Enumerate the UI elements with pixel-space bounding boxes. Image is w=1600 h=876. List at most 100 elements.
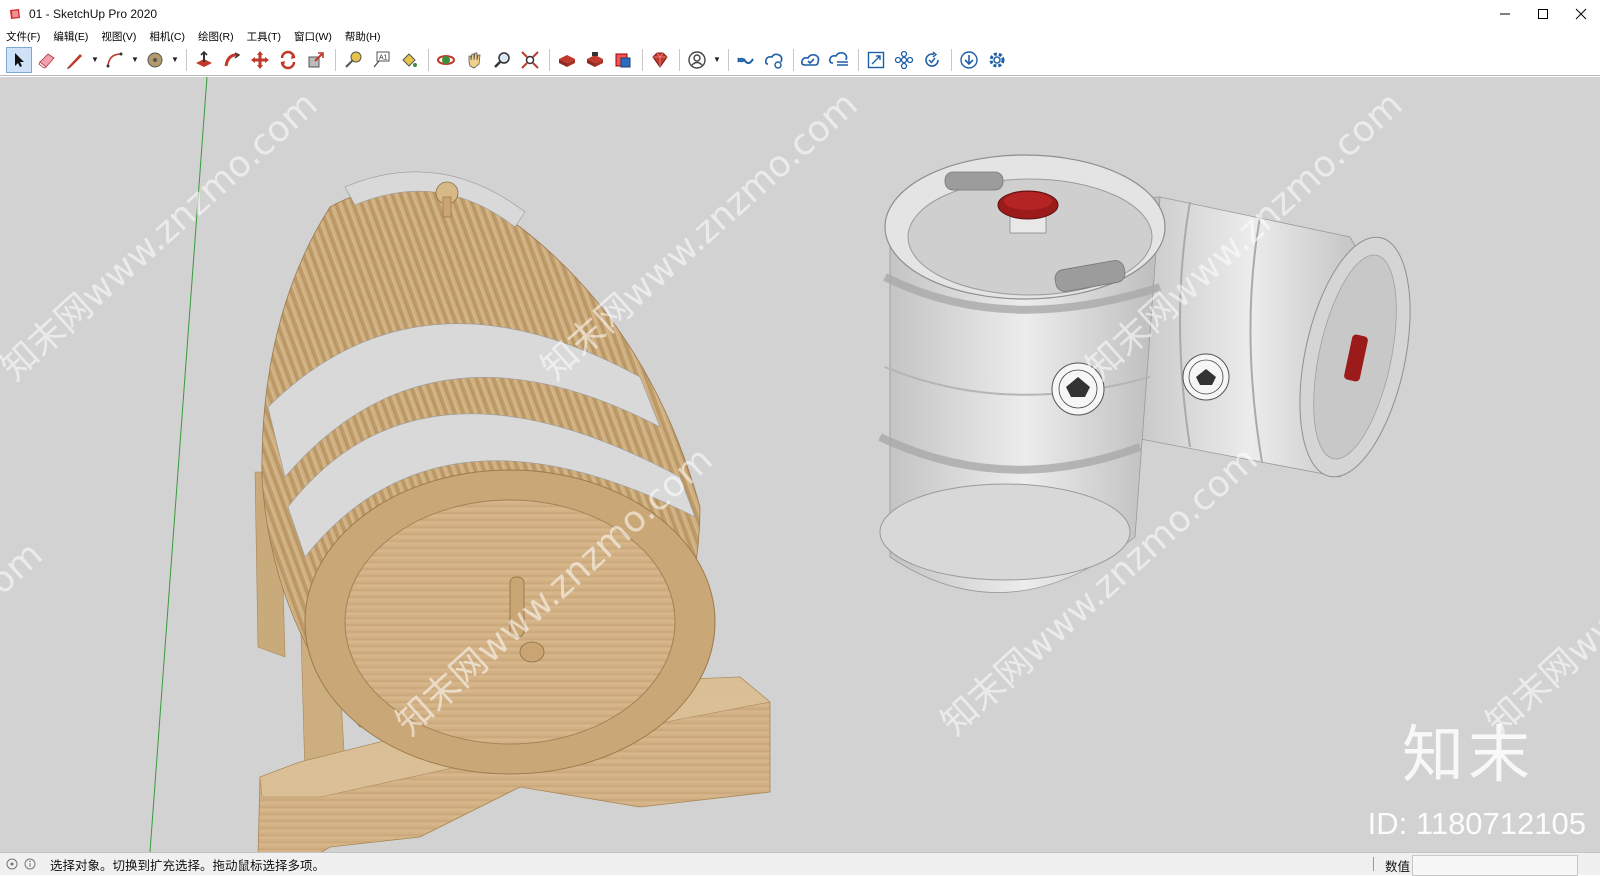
ruby-icon: [652, 52, 668, 68]
menu-help[interactable]: 帮助(H): [339, 29, 388, 44]
arc-tool-dropdown[interactable]: ▼: [130, 47, 140, 73]
layout-button[interactable]: [610, 47, 636, 73]
eraser-tool-button[interactable]: [34, 47, 60, 73]
toolbar-separator: [951, 48, 952, 71]
status-bar: 选择对象。切换到扩充选择。拖动鼠标选择多项。 数值: [0, 852, 1600, 876]
text-icon: A1: [373, 51, 390, 67]
trimble-connect-button[interactable]: [733, 47, 759, 73]
circle-shape-icon: [147, 52, 163, 67]
watermark-text: 知末网www.znzmo.com: [1479, 439, 1600, 744]
minimize-icon: [1500, 13, 1510, 15]
cloud-list-button[interactable]: [826, 47, 852, 73]
status-divider: [1373, 857, 1374, 871]
toolbar-separator: [335, 48, 336, 71]
measurements-input[interactable]: [1412, 855, 1578, 876]
line-tool-dropdown[interactable]: ▼: [90, 47, 100, 73]
trimble-connect-icon: [737, 57, 754, 64]
cloud-sync-icon: [801, 53, 820, 66]
wood-barrel-model[interactable]: [254, 171, 771, 852]
menu-draw[interactable]: 绘图(R): [192, 29, 241, 44]
orbit-icon: [437, 54, 455, 65]
orbit-tool-button[interactable]: [433, 47, 459, 73]
download-icon: [960, 50, 978, 69]
select-icon: [15, 52, 24, 67]
scale-icon: [308, 51, 324, 67]
keg-standing-bottom: [879, 483, 1131, 581]
text-tool-button[interactable]: A1: [368, 47, 394, 73]
toolbar-separator: [728, 48, 729, 71]
status-hint: 选择对象。切换到扩充选择。拖动鼠标选择多项。: [50, 858, 326, 873]
close-icon: [1575, 8, 1587, 20]
push-pull-icon: [196, 50, 212, 67]
menu-view[interactable]: 视图(V): [95, 29, 143, 44]
arc-tool-button[interactable]: [102, 47, 128, 73]
layout-icon: [615, 53, 631, 67]
account-dropdown[interactable]: ▼: [712, 47, 722, 73]
zoom-icon: [494, 51, 510, 68]
line-tool-button[interactable]: [62, 47, 88, 73]
scale-tool-button[interactable]: [303, 47, 329, 73]
menu-edit[interactable]: 编辑(E): [47, 29, 95, 44]
push-pull-tool-button[interactable]: [191, 47, 217, 73]
shape-tool-button[interactable]: [142, 47, 168, 73]
measurements-label: 数值: [1384, 860, 1410, 874]
sketchup-logo-icon: [10, 9, 20, 19]
settings-icon: [989, 52, 1005, 67]
paint-tool-button[interactable]: [396, 47, 422, 73]
select-tool-button[interactable]: [6, 46, 32, 73]
watermark-logo: 知末: [1401, 718, 1534, 791]
menu-file[interactable]: 文件(F): [0, 29, 47, 44]
eraser-icon: [38, 52, 55, 68]
resize-button[interactable]: [863, 47, 889, 73]
paint-icon: [402, 52, 417, 67]
download-button[interactable]: [956, 47, 982, 73]
watermark-text: 知末网www.znzmo.com: [0, 534, 51, 839]
components-button[interactable]: [891, 47, 917, 73]
arc-icon: [106, 52, 123, 67]
minimize-button[interactable]: [1486, 0, 1524, 28]
menu-tools[interactable]: 工具(T): [241, 29, 288, 44]
rotate-tool-button[interactable]: [275, 47, 301, 73]
toolbar-separator: [793, 48, 794, 71]
extension-warehouse-button[interactable]: [582, 47, 608, 73]
close-button[interactable]: [1562, 0, 1600, 28]
watermark-id: ID: 1180712105: [1367, 806, 1586, 841]
pan-tool-button[interactable]: [461, 47, 487, 73]
tape-measure-tool-button[interactable]: [340, 47, 366, 73]
warehouse-button[interactable]: [554, 47, 580, 73]
maximize-button[interactable]: [1524, 0, 1562, 28]
dropdown-arrow-icon: ▼: [171, 55, 179, 64]
move-tool-button[interactable]: [247, 47, 273, 73]
scene-canvas: 知末网www.znzmo.com 知末网www.znzmo.com 知末网www…: [0, 77, 1600, 852]
components-icon: [894, 50, 914, 69]
main-toolbar: ▼ ▼ ▼ A1 ▼: [0, 44, 1600, 76]
refresh-check-icon: [925, 50, 939, 67]
extension-warehouse-icon: [587, 51, 603, 67]
keg-standing-handle-left: [944, 171, 1004, 191]
shape-tool-dropdown[interactable]: ▼: [170, 47, 180, 73]
follow-me-icon: [224, 51, 241, 66]
settings-button[interactable]: [984, 47, 1010, 73]
refresh-check-button[interactable]: [919, 47, 945, 73]
collaborate-button[interactable]: [761, 47, 787, 73]
dropdown-arrow-icon: ▼: [131, 55, 139, 64]
menu-bar: 文件(F) 编辑(E) 视图(V) 相机(C) 绘图(R) 工具(T) 窗口(W…: [0, 28, 1600, 44]
menu-window[interactable]: 窗口(W): [288, 29, 339, 44]
geo-location-icon[interactable]: [6, 858, 18, 870]
cloud-sync-button[interactable]: [798, 47, 824, 73]
warehouse-icon: [559, 54, 575, 67]
follow-me-tool-button[interactable]: [219, 47, 245, 73]
account-button[interactable]: [684, 47, 710, 73]
toolbar-separator: [186, 48, 187, 71]
steel-keg-lying[interactable]: [1123, 196, 1429, 487]
toolbar-separator: [549, 48, 550, 71]
window-title: 01 - SketchUp Pro 2020: [29, 7, 158, 21]
zoom-extents-tool-button[interactable]: [517, 47, 543, 73]
menu-camera[interactable]: 相机(C): [143, 29, 192, 44]
toolbar-separator: [679, 48, 680, 71]
ruby-console-button[interactable]: [647, 47, 673, 73]
dropdown-arrow-icon: ▼: [713, 55, 721, 64]
zoom-tool-button[interactable]: [489, 47, 515, 73]
info-icon[interactable]: [24, 858, 36, 870]
model-viewport[interactable]: 知末网www.znzmo.com 知末网www.znzmo.com 知末网www…: [0, 77, 1600, 852]
